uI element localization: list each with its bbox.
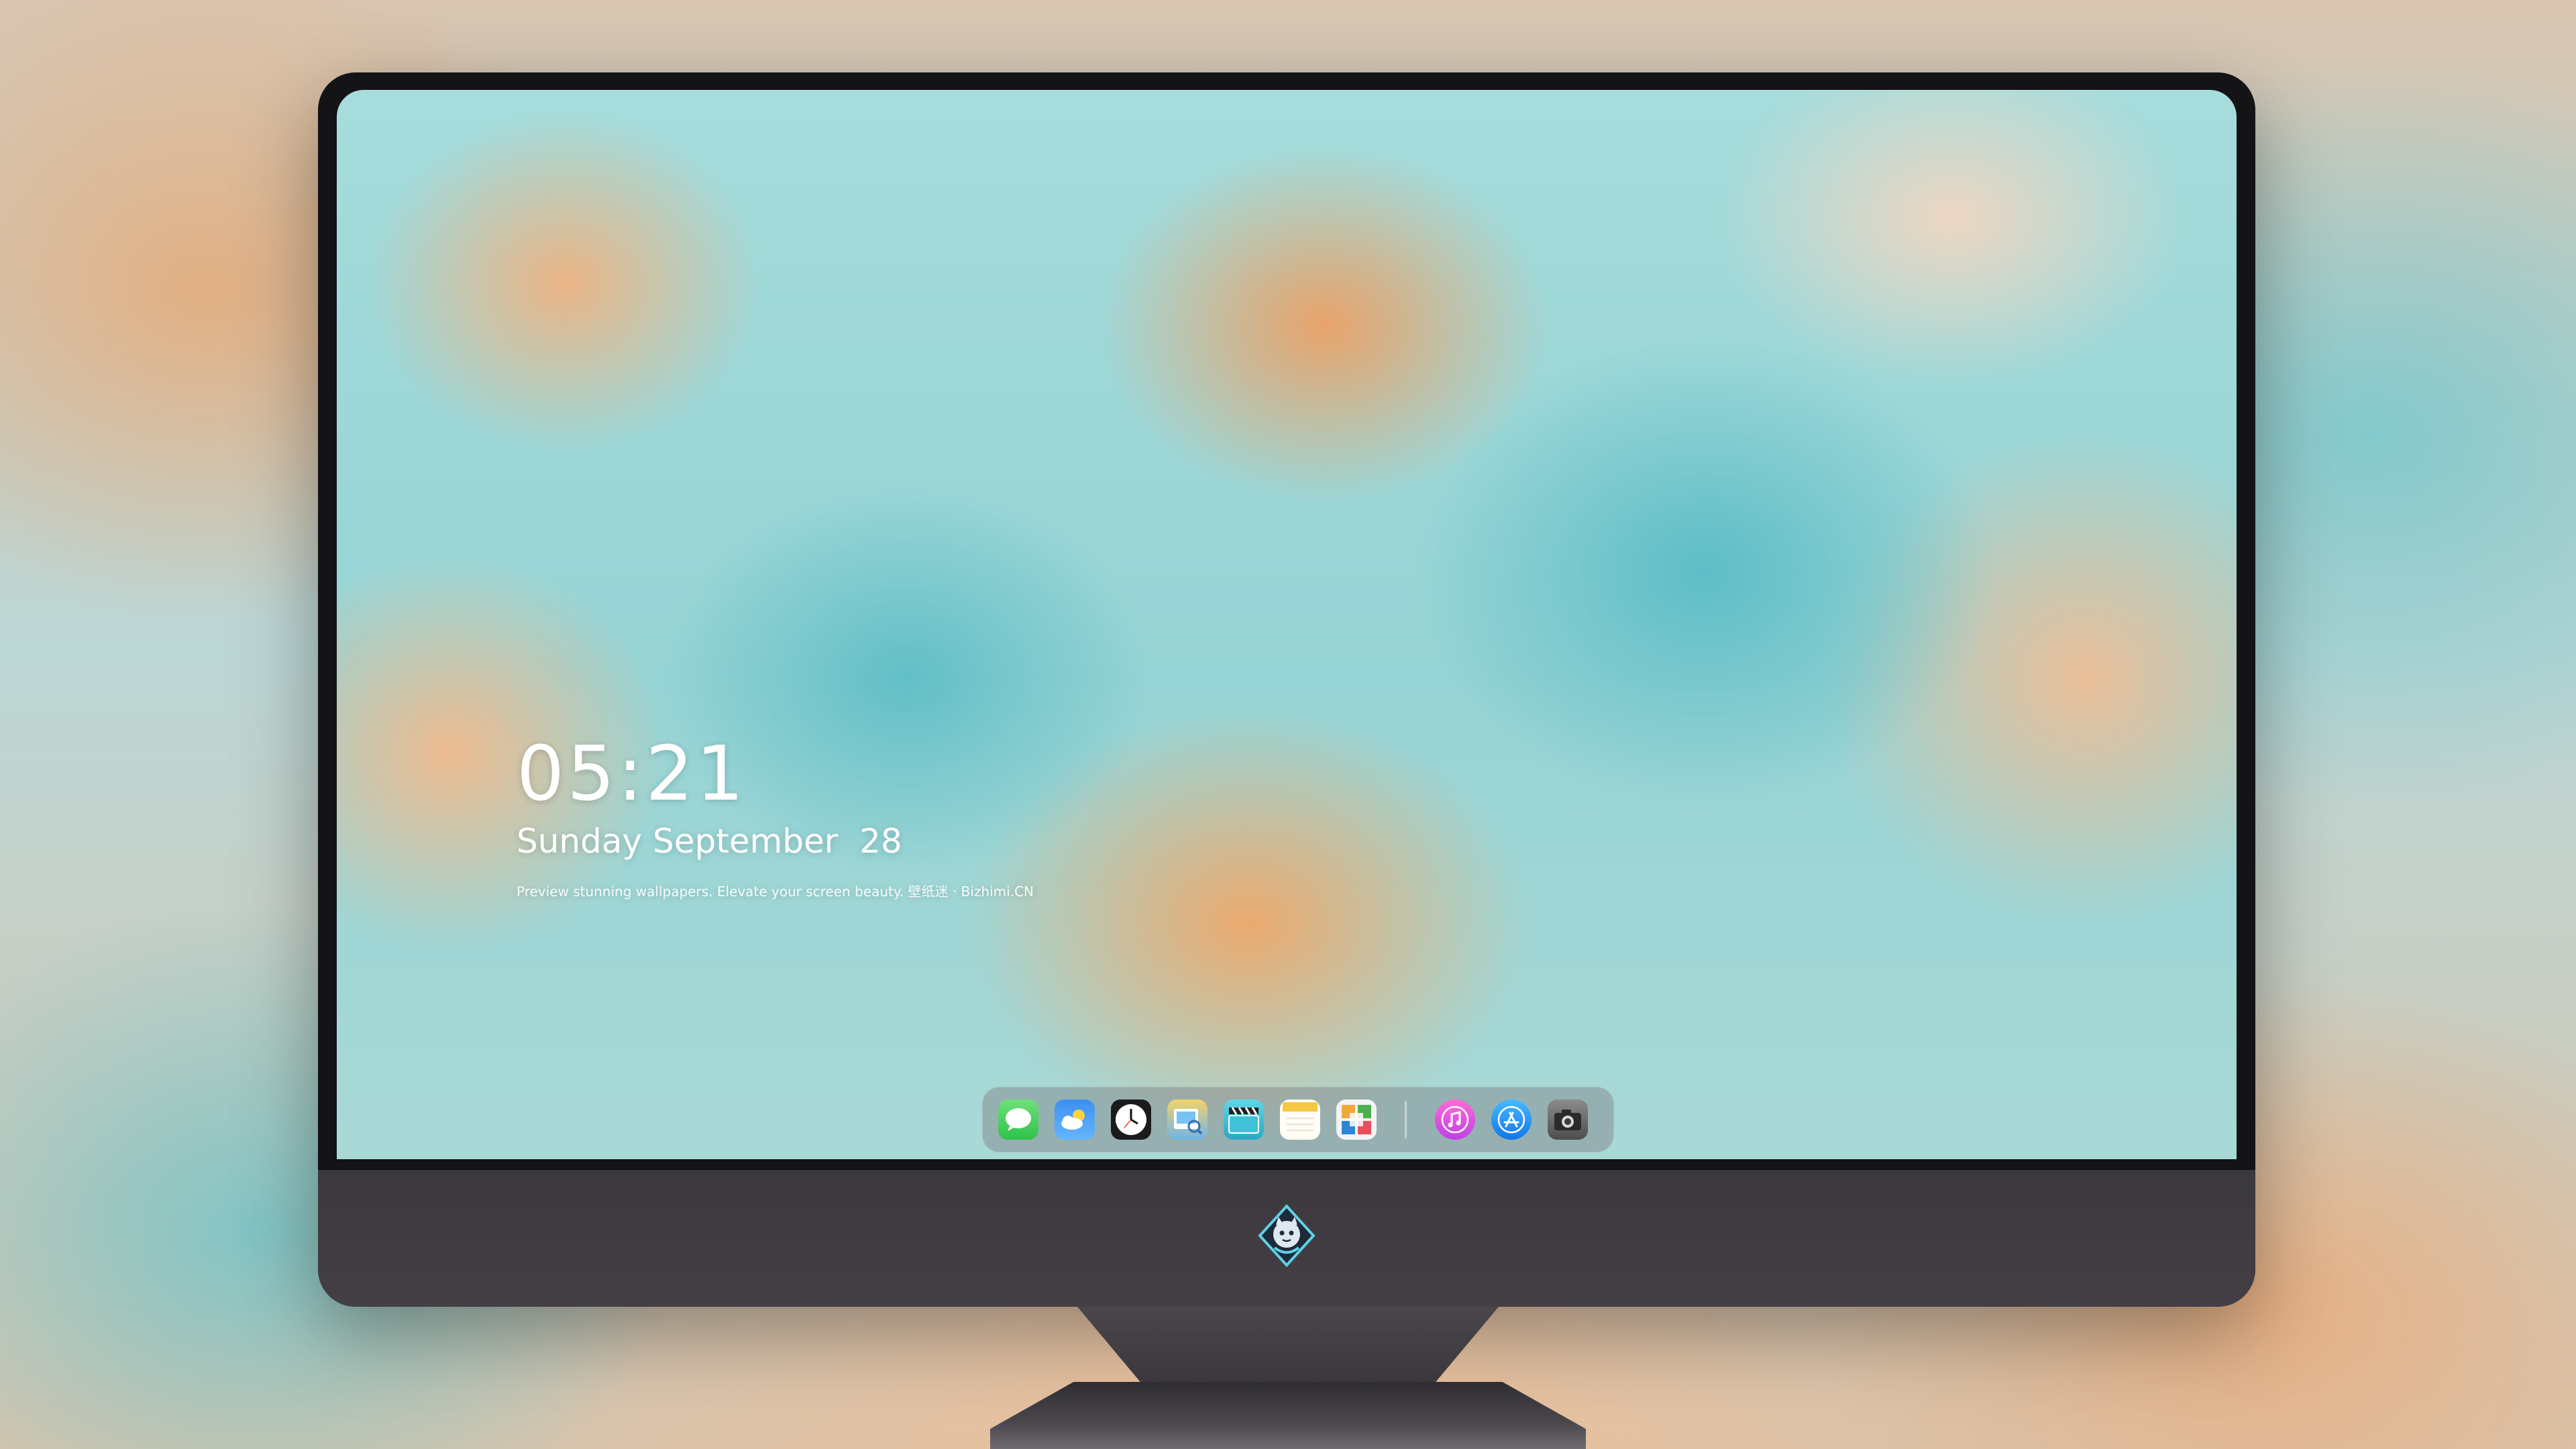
messages-icon[interactable] (998, 1099, 1038, 1140)
camera-icon[interactable] (1548, 1099, 1588, 1140)
clock-time: 05:21 (517, 731, 747, 818)
app-store-icon[interactable] (1491, 1099, 1532, 1140)
preview-icon[interactable] (1167, 1099, 1208, 1140)
clock-icon[interactable] (1111, 1099, 1151, 1140)
monitor-stand-base (990, 1382, 1586, 1449)
monitor-stand (1077, 1307, 1499, 1387)
music-icon[interactable] (1435, 1099, 1475, 1140)
clock-tagline: Preview stunning wallpapers. Elevate you… (517, 883, 1034, 900)
brand-logo-icon (1254, 1203, 1319, 1268)
clock-date: Sunday September 28 (517, 822, 902, 861)
lockscreen-clock: 05:21 Sunday September 28 Preview stunni… (517, 734, 1034, 900)
background: 05:21 Sunday September 28 Preview stunni… (0, 0, 2576, 1449)
photos-icon[interactable] (1336, 1099, 1377, 1140)
weather-icon[interactable] (1055, 1099, 1095, 1140)
monitor: 05:21 Sunday September 28 Preview stunni… (318, 72, 2255, 1307)
dock-separator (1405, 1101, 1407, 1138)
notes-icon[interactable] (1280, 1099, 1320, 1140)
desktop-screen: 05:21 Sunday September 28 Preview stunni… (337, 90, 2237, 1159)
clapperboard-icon[interactable] (1224, 1099, 1264, 1140)
dock (982, 1087, 1614, 1152)
monitor-chin (318, 1170, 2255, 1307)
